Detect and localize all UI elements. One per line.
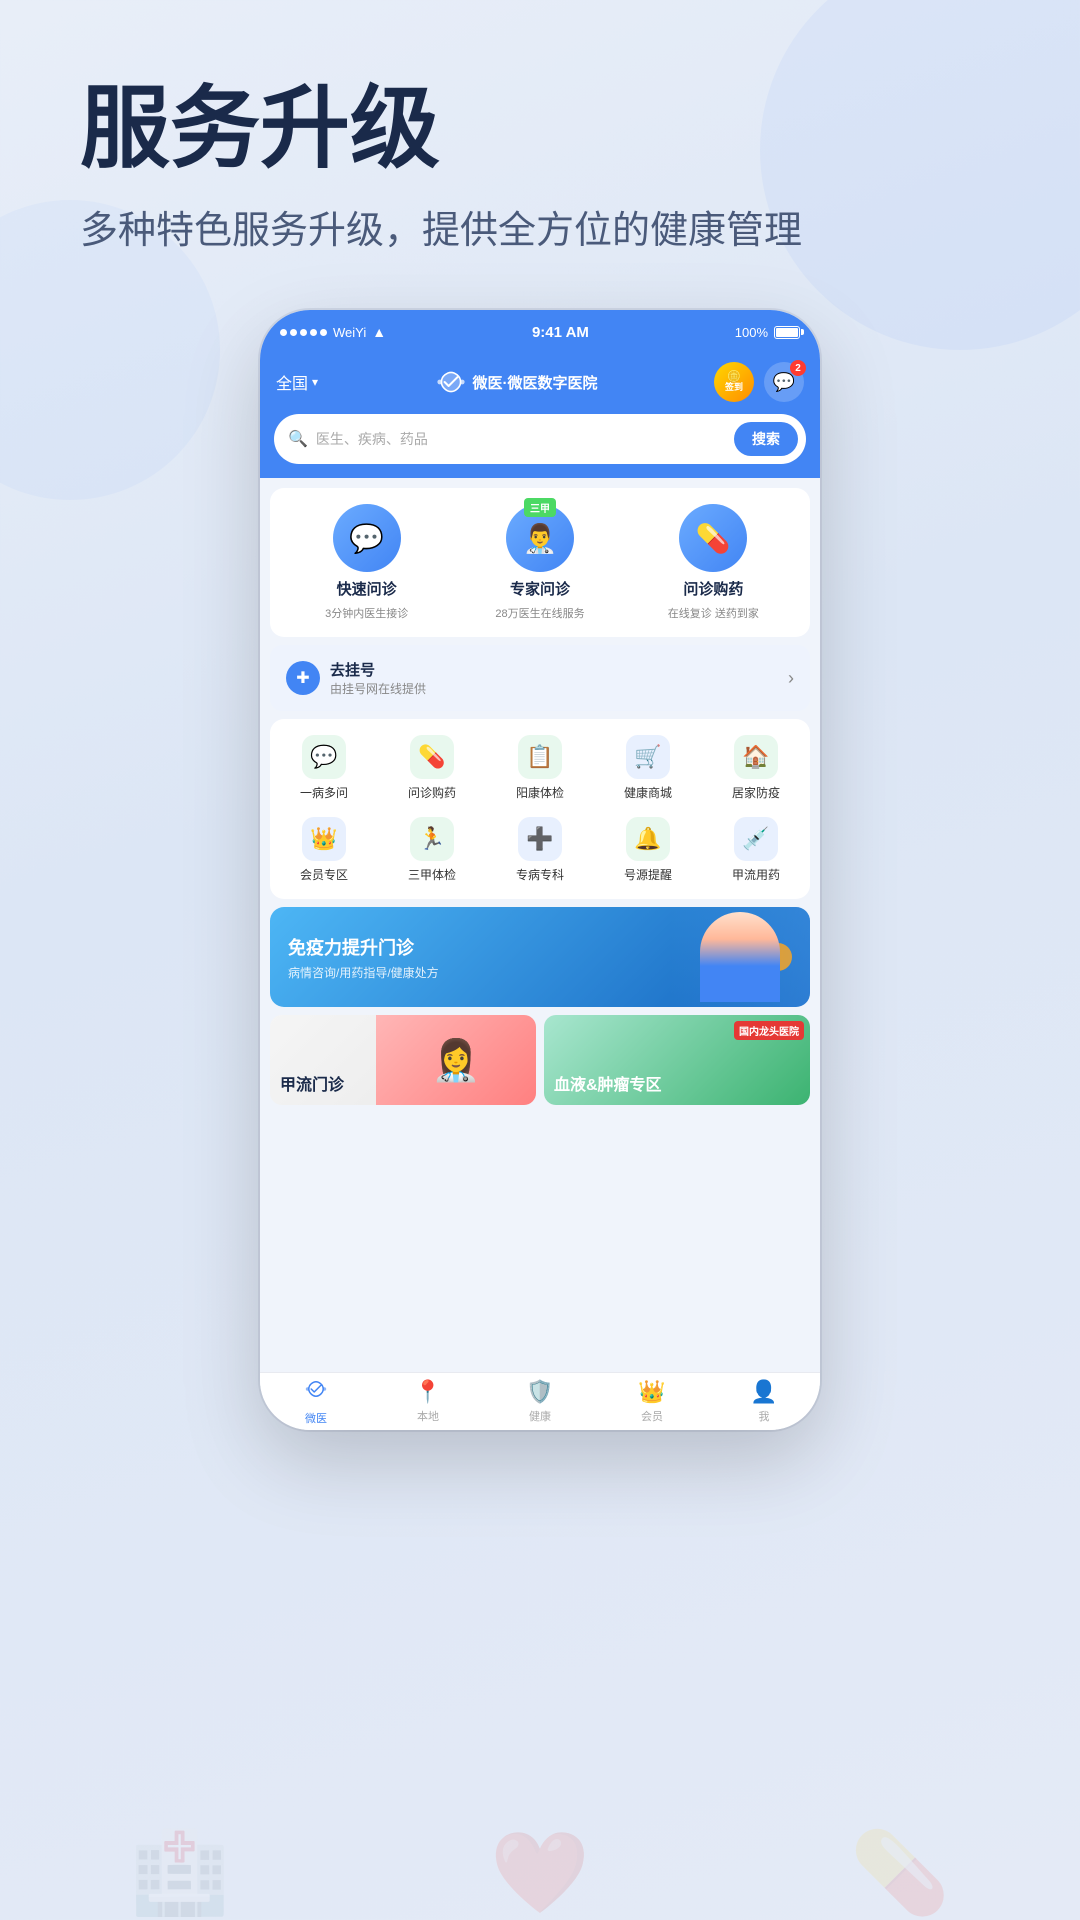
medicine-consult-desc: 在线复诊 送药到家 xyxy=(668,605,759,621)
sign-in-button[interactable]: 🪙 签到 xyxy=(714,362,754,402)
medicine-consult-icon: 💊 xyxy=(679,504,747,572)
register-icon: ✚ xyxy=(286,661,320,695)
grid-label-shangcheng: 健康商城 xyxy=(624,784,672,801)
nav-item-weidoctor[interactable]: 微医 xyxy=(260,1377,372,1426)
grid-label-jiuliu: 甲流用药 xyxy=(732,866,780,883)
grid-item-sanjia[interactable]: 🏃 三甲体检 xyxy=(378,817,486,883)
nav-item-profile[interactable]: 👤 我 xyxy=(708,1379,820,1424)
nav-weidoctor-icon xyxy=(304,1377,328,1407)
battery-icon xyxy=(774,326,800,339)
location-label: 全国 xyxy=(276,370,308,394)
app-header: 全国 ▾ 微医·微医数字医院 🪙 签到 💬 2 xyxy=(260,354,820,414)
medicine-consult-service[interactable]: 💊 问诊购药 在线复诊 送药到家 xyxy=(627,504,800,621)
location-selector[interactable]: 全国 ▾ xyxy=(276,370,318,394)
status-right: 100% xyxy=(735,325,800,340)
nav-member-label: 会员 xyxy=(641,1408,663,1424)
grid-label-huiyuan: 会员专区 xyxy=(300,866,348,883)
quick-consult-name: 快速问诊 xyxy=(337,578,397,599)
carrier-label: WeiYi xyxy=(333,325,366,340)
grid-label-yangkang: 阳康体检 xyxy=(516,784,564,801)
grid-item-jujia[interactable]: 🏠 居家防疫 xyxy=(702,735,810,801)
bottom-decorative: 🏥 ❤️ 💊 xyxy=(0,1800,1080,1920)
nav-health-label: 健康 xyxy=(529,1408,551,1424)
nav-health-icon: 🛡️ xyxy=(526,1379,553,1405)
san-jia-badge: 三甲 xyxy=(524,498,556,517)
nav-local-label: 本地 xyxy=(417,1408,439,1424)
phone-mockup: WeiYi ▲ 9:41 AM 100% 全国 ▾ 微医·微医数字医院 xyxy=(260,310,820,1430)
wifi-icon: ▲ xyxy=(372,324,386,340)
nav-weidoctor-label: 微医 xyxy=(305,1410,327,1426)
grid-label-jujia: 居家防疫 xyxy=(732,784,780,801)
header-actions: 🪙 签到 💬 2 xyxy=(714,362,804,402)
main-content: 💬 快速问诊 3分钟内医生接诊 👨‍⚕️ 三甲 专家问诊 28万医生在线服务 xyxy=(260,478,820,1382)
message-button[interactable]: 💬 2 xyxy=(764,362,804,402)
search-section: 🔍 医生、疾病、药品 搜索 xyxy=(260,414,820,478)
grid-label-wenzhen: 问诊购药 xyxy=(408,784,456,801)
search-icon: 🔍 xyxy=(288,429,308,449)
status-center-time: 9:41 AM xyxy=(532,324,589,341)
quick-services: 💬 快速问诊 3分钟内医生接诊 👨‍⚕️ 三甲 专家问诊 28万医生在线服务 xyxy=(270,488,810,637)
search-button[interactable]: 搜索 xyxy=(734,422,798,456)
banner-doctor-image xyxy=(670,907,810,1007)
xueye-card-badge: 国内龙头医院 xyxy=(734,1021,804,1040)
medicine-consult-name: 问诊购药 xyxy=(683,578,743,599)
grid-item-yibing[interactable]: 💬 一病多问 xyxy=(270,735,378,801)
register-arrow-icon: › xyxy=(788,668,794,689)
page-title-text: 服务升级 xyxy=(80,80,802,179)
page-header: 服务升级 多种特色服务升级，提供全方位的健康管理 xyxy=(80,80,802,254)
nav-profile-icon: 👤 xyxy=(750,1379,777,1405)
nav-member-icon: 👑 xyxy=(638,1379,665,1405)
battery-percent: 100% xyxy=(735,325,768,340)
message-badge: 2 xyxy=(790,360,806,376)
grid-item-zhuanbing[interactable]: ➕ 专病专科 xyxy=(486,817,594,883)
quick-consult-service[interactable]: 💬 快速问诊 3分钟内医生接诊 xyxy=(280,504,453,621)
register-sub: 由挂号网在线提供 xyxy=(330,680,426,697)
nav-item-local[interactable]: 📍 本地 xyxy=(372,1379,484,1424)
status-left: WeiYi ▲ xyxy=(280,324,386,340)
expert-consult-service[interactable]: 👨‍⚕️ 三甲 专家问诊 28万医生在线服务 xyxy=(453,504,626,621)
grid-item-shangcheng[interactable]: 🛒 健康商城 xyxy=(594,735,702,801)
grid-item-jiuliu[interactable]: 💉 甲流用药 xyxy=(702,817,810,883)
quick-consult-desc: 3分钟内医生接诊 xyxy=(325,605,408,621)
page-subtitle: 多种特色服务升级，提供全方位的健康管理 xyxy=(80,199,802,254)
nav-local-icon: 📍 xyxy=(414,1379,441,1405)
bottom-cards-row: 👩‍⚕️ 甲流门诊 国内龙头医院 血液&肿瘤专区 xyxy=(270,1015,810,1105)
nav-item-member[interactable]: 👑 会员 xyxy=(596,1379,708,1424)
quick-consult-icon: 💬 xyxy=(333,504,401,572)
xueye-card[interactable]: 国内龙头医院 血液&肿瘤专区 xyxy=(544,1015,810,1105)
location-arrow-icon: ▾ xyxy=(312,375,318,389)
register-banner[interactable]: ✚ 去挂号 由挂号网在线提供 › xyxy=(270,645,810,711)
grid-item-yangkang[interactable]: 📋 阳康体检 xyxy=(486,735,594,801)
register-text: 去挂号 xyxy=(330,659,426,680)
expert-consult-desc: 28万医生在线服务 xyxy=(495,605,584,621)
bottom-nav: 微医 📍 本地 🛡️ 健康 👑 会员 👤 我 xyxy=(260,1372,820,1430)
xueye-card-label: 血液&肿瘤专区 xyxy=(554,1071,662,1095)
grid-label-haoyuan: 号源提醒 xyxy=(624,866,672,883)
brand-label: 微医·微医数字医院 xyxy=(473,372,598,393)
grid-label-zhuanbing: 专病专科 xyxy=(516,866,564,883)
grid-item-huiyuan[interactable]: 👑 会员专区 xyxy=(270,817,378,883)
expert-consult-name: 专家问诊 xyxy=(510,578,570,599)
jiuliu-card-label: 甲流门诊 xyxy=(280,1071,344,1095)
nav-profile-label: 我 xyxy=(759,1408,770,1424)
nav-item-health[interactable]: 🛡️ 健康 xyxy=(484,1379,596,1424)
weidoctor-logo-icon xyxy=(435,369,467,395)
brand-center: 微医·微医数字医院 xyxy=(435,369,598,395)
status-bar: WeiYi ▲ 9:41 AM 100% xyxy=(260,310,820,354)
search-placeholder-text: 医生、疾病、药品 xyxy=(316,429,726,449)
banner-ad[interactable]: 免疫力提升门诊 病情咨询/用药指导/健康处方 › xyxy=(270,907,810,1007)
expert-consult-icon: 👨‍⚕️ 三甲 xyxy=(506,504,574,572)
grid-item-wenzhen[interactable]: 💊 问诊购药 xyxy=(378,735,486,801)
search-bar[interactable]: 🔍 医生、疾病、药品 搜索 xyxy=(274,414,806,464)
grid-menu: 💬 一病多问 💊 问诊购药 📋 阳康体检 🛒 健康商城 🏠 居家防 xyxy=(270,719,810,899)
grid-label-yibing: 一病多问 xyxy=(300,784,348,801)
jiuliu-card[interactable]: 👩‍⚕️ 甲流门诊 xyxy=(270,1015,536,1105)
grid-label-sanjia: 三甲体检 xyxy=(408,866,456,883)
grid-item-haoyuan[interactable]: 🔔 号源提醒 xyxy=(594,817,702,883)
